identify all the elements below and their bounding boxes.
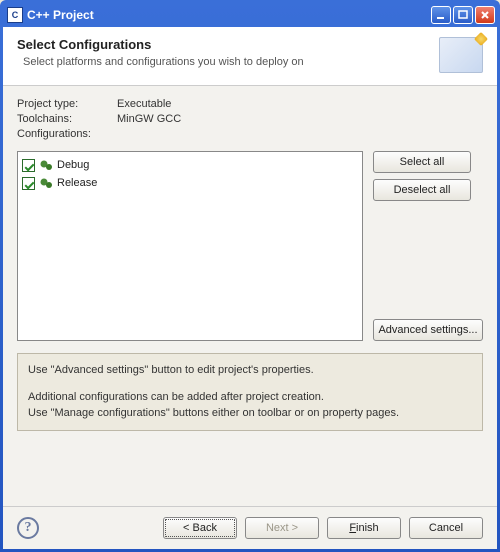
checkbox-debug[interactable] (22, 159, 35, 172)
checkbox-release[interactable] (22, 177, 35, 190)
finish-button[interactable]: Finish (327, 517, 401, 539)
advanced-settings-button[interactable]: Advanced settings... (373, 319, 483, 341)
close-button[interactable] (475, 6, 495, 24)
configurations-list[interactable]: Debug Release (17, 151, 363, 341)
project-type-label: Project type: (17, 98, 117, 110)
gears-icon (39, 158, 53, 172)
toolchains-value: MinGW GCC (117, 113, 181, 125)
dialog-window: C C++ Project Select Configurations Sele… (0, 0, 500, 552)
back-button[interactable]: < Back (163, 517, 237, 539)
wizard-header: Select Configurations Select platforms a… (3, 27, 497, 86)
help-icon[interactable]: ? (17, 517, 39, 539)
hint-panel: Use "Advanced settings" button to edit p… (17, 353, 483, 431)
wizard-footer: ? < Back Next > Finish Cancel (3, 506, 497, 549)
hint-text: Use "Manage configurations" buttons eith… (28, 405, 472, 422)
configurations-label: Configurations: (17, 128, 117, 140)
maximize-button[interactable] (453, 6, 473, 24)
gears-icon (39, 176, 53, 190)
page-title: Select Configurations (17, 37, 439, 52)
app-icon: C (7, 7, 23, 23)
titlebar[interactable]: C C++ Project (3, 3, 497, 27)
config-item-release[interactable]: Release (22, 174, 358, 192)
hint-text: Use "Advanced settings" button to edit p… (28, 362, 472, 379)
toolchains-label: Toolchains: (17, 113, 117, 125)
select-all-button[interactable]: Select all (373, 151, 471, 173)
wizard-banner-icon (439, 37, 483, 73)
hint-text: Additional configurations can be added a… (28, 389, 472, 406)
minimize-button[interactable] (431, 6, 451, 24)
config-label: Release (57, 177, 97, 189)
page-subtitle: Select platforms and configurations you … (17, 56, 439, 68)
window-title: C++ Project (27, 8, 431, 22)
project-type-value: Executable (117, 98, 171, 110)
config-item-debug[interactable]: Debug (22, 156, 358, 174)
config-label: Debug (57, 159, 89, 171)
deselect-all-button[interactable]: Deselect all (373, 179, 471, 201)
cancel-button[interactable]: Cancel (409, 517, 483, 539)
next-button: Next > (245, 517, 319, 539)
